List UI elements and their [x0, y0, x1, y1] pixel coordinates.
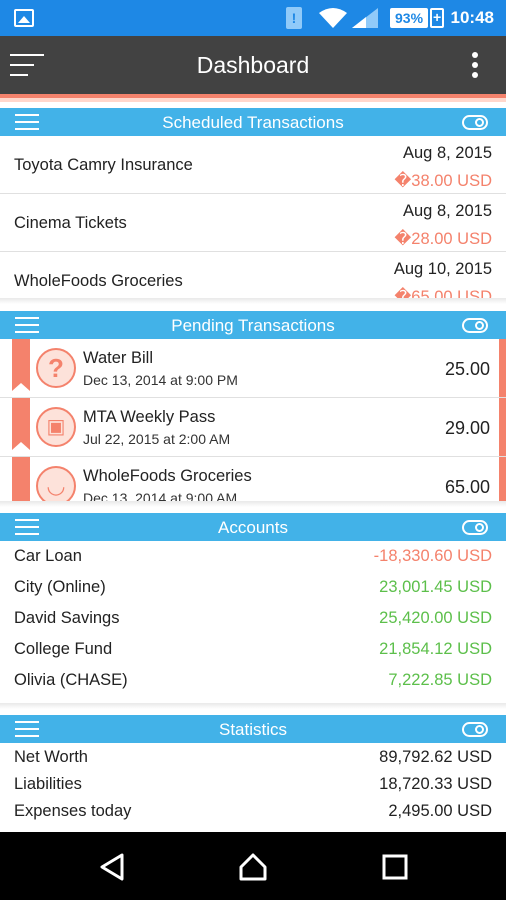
toggle-icon[interactable]	[462, 722, 488, 737]
image-icon	[14, 9, 34, 27]
statistic-name: Net Worth	[14, 748, 88, 766]
transaction-name: WholeFoods Groceries	[14, 272, 183, 290]
section-title: Accounts	[218, 518, 288, 537]
scheduled-transactions-section: Scheduled Transactions Toyota Camry Insu…	[0, 108, 506, 304]
transaction-amount: 65.00	[444, 477, 490, 497]
transaction-name: WholeFoods Groceries	[83, 467, 252, 485]
bookmark-icon	[12, 457, 30, 501]
transaction-amount: �28.00 USD	[394, 230, 492, 248]
signal-icon	[352, 8, 378, 28]
statistic-name: Expenses today	[14, 802, 132, 820]
account-row[interactable]: David Savings 25,420.00 USD	[0, 603, 506, 634]
pending-row[interactable]: ? Water Bill Dec 13, 2014 at 9:00 PM 25.…	[0, 339, 506, 398]
section-shadow	[0, 298, 506, 304]
accounts-section: Accounts Car Loan -18,330.60 USD City (O…	[0, 513, 506, 709]
account-row[interactable]: City (Online) 23,001.45 USD	[0, 572, 506, 603]
pending-row[interactable]: ▣ MTA Weekly Pass Jul 22, 2015 at 2:00 A…	[0, 398, 506, 457]
scheduled-list: Toyota Camry Insurance Aug 8, 2015 �38.0…	[0, 136, 506, 298]
status-bar: ! 93% + 10:48	[0, 0, 506, 36]
account-name: Olivia (CHASE)	[14, 671, 128, 689]
transaction-name: Toyota Camry Insurance	[14, 156, 193, 174]
account-row[interactable]: Olivia (CHASE) 7,222.85 USD	[0, 665, 506, 696]
statistic-row: Liabilities 18,720.33 USD	[0, 770, 506, 797]
statistic-value: 18,720.33 USD	[379, 775, 492, 793]
account-row[interactable]: College Fund 21,854.12 USD	[0, 634, 506, 665]
clock: 10:48	[450, 8, 494, 27]
transaction-amount: �65.00 USD	[394, 288, 492, 298]
bookmark-icon	[12, 398, 30, 450]
transaction-date: Aug 8, 2015	[403, 202, 492, 220]
pending-transactions-section: Pending Transactions ? Water Bill Dec 13…	[0, 311, 506, 507]
account-name: City (Online)	[14, 578, 106, 596]
scheduled-row[interactable]: WholeFoods Groceries Aug 10, 2015 �65.00…	[0, 252, 506, 298]
home-icon[interactable]	[238, 852, 268, 882]
section-title: Statistics	[218, 720, 288, 739]
pending-list: ? Water Bill Dec 13, 2014 at 9:00 PM 25.…	[0, 339, 506, 501]
section-title: Scheduled Transactions	[162, 113, 344, 132]
scheduled-row[interactable]: Cinema Tickets Aug 8, 2015 �28.00 USD	[0, 194, 506, 252]
transaction-datetime: Dec 13, 2014 at 9:00 AM	[83, 490, 238, 501]
statistic-value: 89,792.62 USD	[379, 748, 492, 766]
transaction-amount: 29.00	[444, 418, 490, 438]
account-balance: -18,330.60 USD	[373, 547, 492, 565]
account-row[interactable]: Car Loan -18,330.60 USD	[0, 541, 506, 572]
accounts-list: Car Loan -18,330.60 USD City (Online) 23…	[0, 541, 506, 703]
section-shadow	[0, 501, 506, 507]
section-shadow	[0, 703, 506, 709]
battery-percent: 93%	[390, 8, 429, 28]
transaction-datetime: Dec 13, 2014 at 9:00 PM	[83, 372, 238, 388]
transaction-amount: �38.00 USD	[394, 172, 492, 190]
account-name: College Fund	[14, 640, 113, 658]
train-icon: ▣	[36, 407, 76, 447]
transaction-date: Aug 8, 2015	[403, 144, 492, 162]
system-nav-bar	[0, 832, 506, 900]
statistic-row: Expenses today 2,495.00 USD	[0, 797, 506, 824]
transaction-amount: 25.00	[444, 359, 490, 379]
account-balance: 7,222.85 USD	[388, 671, 492, 689]
toggle-icon[interactable]	[462, 318, 488, 333]
transaction-datetime: Jul 22, 2015 at 2:00 AM	[83, 431, 231, 447]
recents-icon[interactable]	[380, 852, 410, 882]
toggle-icon[interactable]	[462, 520, 488, 535]
charging-icon: +	[430, 8, 445, 28]
basket-icon: ◡	[36, 466, 76, 501]
statistic-name: Liabilities	[14, 775, 82, 793]
section-header: Statistics	[0, 715, 506, 743]
question-icon: ?	[36, 348, 76, 388]
section-header: Scheduled Transactions	[0, 108, 506, 136]
transaction-date: Aug 10, 2015	[393, 260, 492, 278]
toggle-icon[interactable]	[462, 115, 488, 130]
account-name: Car Loan	[14, 547, 82, 565]
accent-divider-light	[0, 98, 506, 102]
sim-alert-icon: !	[286, 7, 302, 29]
statistic-row: Net Worth 89,792.62 USD	[0, 743, 506, 770]
account-balance: 23,001.45 USD	[379, 578, 492, 596]
transaction-name: Water Bill	[83, 349, 153, 367]
pending-row[interactable]: ◡ WholeFoods Groceries Dec 13, 2014 at 9…	[0, 457, 506, 501]
bookmark-icon	[12, 339, 30, 391]
scheduled-row[interactable]: Toyota Camry Insurance Aug 8, 2015 �38.0…	[0, 136, 506, 194]
app-bar: Dashboard	[0, 36, 506, 94]
transaction-name: Cinema Tickets	[14, 214, 127, 232]
statistics-section: Statistics Net Worth 89,792.62 USD Liabi…	[0, 715, 506, 832]
account-balance: 25,420.00 USD	[379, 609, 492, 627]
section-header: Pending Transactions	[0, 311, 506, 339]
battery-icon: 93% +	[390, 7, 445, 29]
account-name: David Savings	[14, 609, 120, 627]
statistics-list: Net Worth 89,792.62 USD Liabilities 18,7…	[0, 743, 506, 832]
overflow-menu-icon[interactable]	[472, 52, 478, 78]
transaction-name: MTA Weekly Pass	[83, 408, 216, 426]
section-header: Accounts	[0, 513, 506, 541]
account-balance: 21,854.12 USD	[379, 640, 492, 658]
wifi-icon	[319, 8, 347, 28]
back-icon[interactable]	[98, 852, 128, 882]
page-title: Dashboard	[196, 52, 310, 78]
section-title: Pending Transactions	[171, 316, 335, 335]
statistic-value: 2,495.00 USD	[388, 802, 492, 820]
